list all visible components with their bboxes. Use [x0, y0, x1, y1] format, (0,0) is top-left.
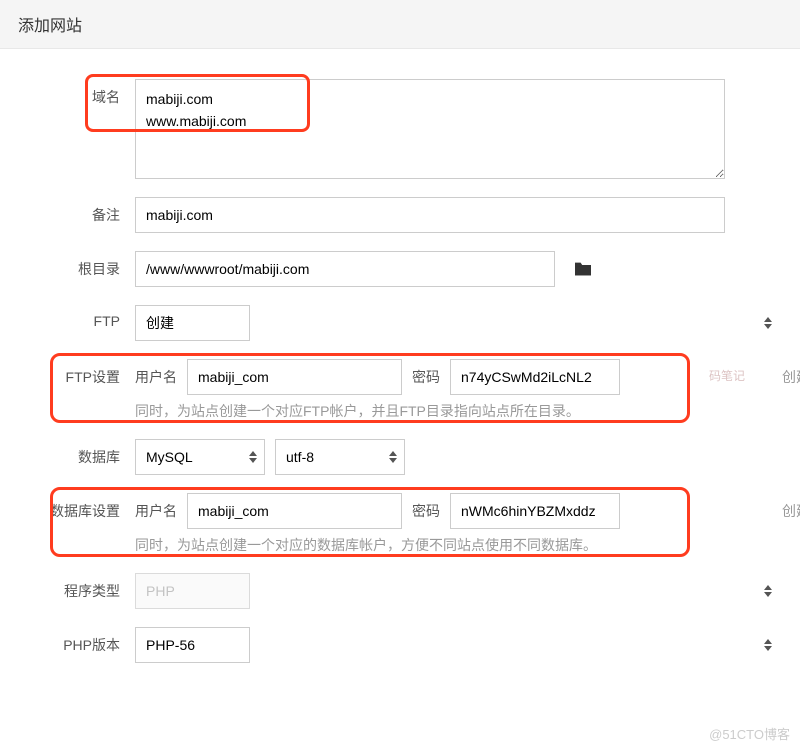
- db-pass-input[interactable]: [450, 493, 620, 529]
- row-ftp: FTP 创建: [20, 305, 780, 341]
- row-db-settings: 数据库设置 用户名 密码 同时，为站点创建一个对应的数据库帐户，方便不同站点使用…: [20, 493, 780, 555]
- dialog-title: 添加网站: [18, 12, 782, 36]
- remark-input[interactable]: [135, 197, 725, 233]
- select-arrows-icon: [764, 639, 772, 651]
- db-help-text: 同时，为站点创建一个对应的数据库帐户，方便不同站点使用不同数据库。: [135, 535, 780, 555]
- label-root: 根目录: [20, 251, 135, 279]
- row-ftp-settings: FTP设置 用户名 密码 码笔记 同时，为站点创建一个对应FTP帐户，并且FTP…: [20, 359, 780, 421]
- label-database: 数据库: [20, 439, 135, 467]
- ftp-pass-input[interactable]: [450, 359, 620, 395]
- label-program: 程序类型: [20, 573, 135, 601]
- db-type-select[interactable]: MySQL: [135, 439, 265, 475]
- dialog-header: 添加网站: [0, 0, 800, 49]
- label-php-version: PHP版本: [20, 627, 135, 655]
- ftp-help-text: 同时，为站点创建一个对应FTP帐户，并且FTP目录指向站点所在目录。: [135, 401, 780, 421]
- row-remark: 备注: [20, 197, 780, 233]
- label-ftp: FTP: [20, 305, 135, 329]
- row-program: 程序类型 PHP: [20, 573, 780, 609]
- watermark-icon: 码笔记: [709, 367, 745, 384]
- watermark-bottom: @51CTO博客: [709, 724, 790, 743]
- row-root: 根目录: [20, 251, 780, 287]
- label-db-settings: 数据库设置: [20, 493, 135, 521]
- select-arrows-icon: [764, 585, 772, 597]
- program-select[interactable]: PHP: [135, 573, 250, 609]
- ftp-user-label: 用户名: [135, 367, 177, 387]
- select-arrows-icon: [764, 317, 772, 329]
- db-user-input[interactable]: [187, 493, 402, 529]
- row-domain: 域名 mabiji.com www.mabiji.com: [20, 79, 780, 179]
- db-user-label: 用户名: [135, 501, 177, 521]
- label-domain: 域名: [20, 79, 135, 107]
- ftp-user-input[interactable]: [187, 359, 402, 395]
- ftp-select[interactable]: 创建: [135, 305, 250, 341]
- db-charset-select[interactable]: utf-8: [275, 439, 405, 475]
- label-ftp-settings: FTP设置: [20, 359, 135, 387]
- db-pass-label: 密码: [412, 501, 440, 521]
- root-input[interactable]: [135, 251, 555, 287]
- ftp-pass-label: 密码: [412, 367, 440, 387]
- ftp-side-text: 创建站点的: [782, 367, 800, 387]
- domain-textarea[interactable]: mabiji.com www.mabiji.com: [135, 79, 725, 179]
- folder-icon[interactable]: [573, 261, 593, 277]
- row-database: 数据库 MySQL utf-8: [20, 439, 780, 475]
- add-site-form: 域名 mabiji.com www.mabiji.com 备注 根目录 FTP …: [0, 49, 800, 701]
- row-php-version: PHP版本 PHP-56: [20, 627, 780, 663]
- label-remark: 备注: [20, 197, 135, 225]
- php-version-select[interactable]: PHP-56: [135, 627, 250, 663]
- db-side-text: 创建站点的: [782, 501, 800, 521]
